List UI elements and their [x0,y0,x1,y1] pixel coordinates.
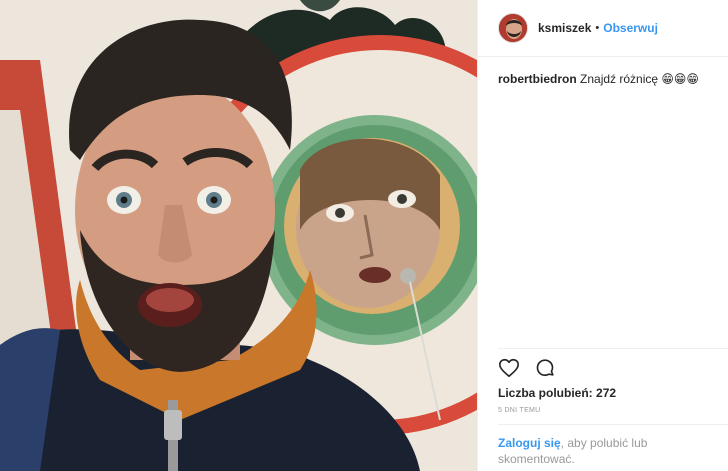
caption-text: Znajdź różnicę 😁😁😁 [580,72,699,86]
divider [498,348,728,349]
header-separator: • [595,22,600,34]
divider [498,424,728,425]
post-caption: robertbiedron Znajdź różnicę 😁😁😁 [478,57,728,87]
login-prompt: Zaloguj się, aby polubić lub skomentować… [498,435,688,467]
likes-count: 272 [596,386,617,400]
caption-username[interactable]: robertbiedron [498,72,577,86]
post-timestamp[interactable]: 5 DNI TEMU [498,407,541,414]
post-header: ksmiszek • Obserwuj [478,0,728,57]
avatar[interactable] [498,13,528,43]
author-username[interactable]: ksmiszek [538,21,591,35]
login-link[interactable]: Zaloguj się [498,436,561,450]
likes-summary[interactable]: Liczba polubień: 272 [498,386,616,400]
follow-button[interactable]: Obserwuj [603,21,658,35]
avatar-image [499,14,527,42]
comment-icon[interactable] [534,357,556,379]
post-actions [498,357,556,379]
post-side-panel: ksmiszek • Obserwuj robertbiedron Znajdź… [477,0,728,471]
likes-label: Liczba polubień: [498,386,593,400]
selfie-image [0,0,477,471]
heart-icon[interactable] [498,357,520,379]
post-photo[interactable] [0,0,477,471]
